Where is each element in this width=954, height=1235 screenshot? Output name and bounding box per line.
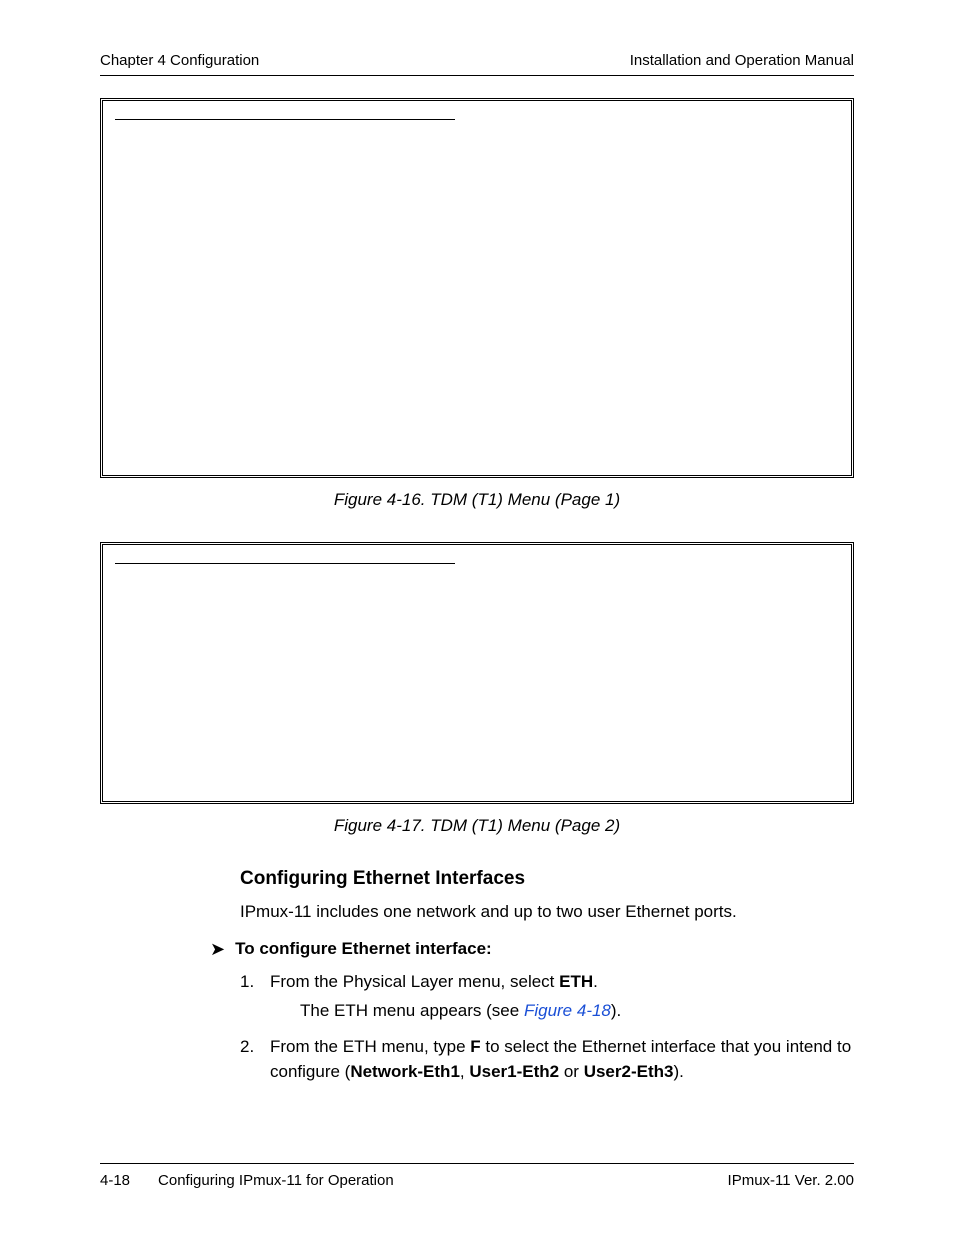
step-1: From the Physical Layer menu, select ETH…	[240, 969, 854, 1024]
header-left: Chapter 4 Configuration	[100, 52, 259, 69]
step-1-sub-b: ).	[611, 1001, 621, 1020]
step-1-result: The ETH menu appears (see Figure 4-18).	[300, 998, 854, 1024]
figure-4-18-link[interactable]: Figure 4-18	[524, 1001, 611, 1020]
step-2-key-f: F	[470, 1037, 480, 1056]
figure-inner-rule	[115, 119, 455, 120]
page: Chapter 4 Configuration Installation and…	[0, 0, 954, 1235]
body-block: Configuring Ethernet Interfaces IPmux-11…	[240, 868, 854, 1085]
procedure-heading-row: ➤ To configure Ethernet interface:	[210, 939, 854, 959]
figure-4-16-box	[100, 98, 854, 478]
procedure-title: To configure Ethernet interface:	[235, 939, 492, 959]
footer-product-version: IPmux-11 Ver. 2.00	[728, 1172, 854, 1189]
figure-inner-rule	[115, 563, 455, 564]
header-right: Installation and Operation Manual	[630, 52, 854, 69]
footer-section-title: Configuring IPmux-11 for Operation	[158, 1172, 394, 1189]
running-footer: 4-18 Configuring IPmux-11 for Operation …	[100, 1163, 854, 1189]
running-header: Chapter 4 Configuration Installation and…	[100, 52, 854, 76]
step-1-text-a: From the Physical Layer menu, select	[270, 972, 559, 991]
step-1-sub-a: The ETH menu appears (see	[300, 1001, 524, 1020]
intro-paragraph: IPmux-11 includes one network and up to …	[240, 900, 854, 925]
figure-4-17-caption: Figure 4-17. TDM (T1) Menu (Page 2)	[100, 816, 854, 836]
step-2-text-a: From the ETH menu, type	[270, 1037, 470, 1056]
figure-4-16-caption: Figure 4-16. TDM (T1) Menu (Page 1)	[100, 490, 854, 510]
footer-left: 4-18 Configuring IPmux-11 for Operation	[100, 1172, 394, 1189]
figure-4-17-box	[100, 542, 854, 804]
footer-page-number: 4-18	[100, 1172, 130, 1189]
step-2-text-i: ).	[673, 1062, 683, 1081]
step-2-text-e: ,	[460, 1062, 469, 1081]
procedure-steps: From the Physical Layer menu, select ETH…	[240, 969, 854, 1085]
section-heading: Configuring Ethernet Interfaces	[240, 868, 854, 890]
step-1-text-c: .	[593, 972, 598, 991]
step-2-text-g: or	[559, 1062, 584, 1081]
step-2-net-eth1: Network-Eth1	[350, 1062, 460, 1081]
step-1-eth: ETH	[559, 972, 593, 991]
step-2-user2-eth3: User2-Eth3	[584, 1062, 674, 1081]
step-2: From the ETH menu, type F to select the …	[240, 1034, 854, 1085]
procedure-arrow-icon: ➤	[210, 940, 225, 958]
step-2-user1-eth2: User1-Eth2	[469, 1062, 559, 1081]
